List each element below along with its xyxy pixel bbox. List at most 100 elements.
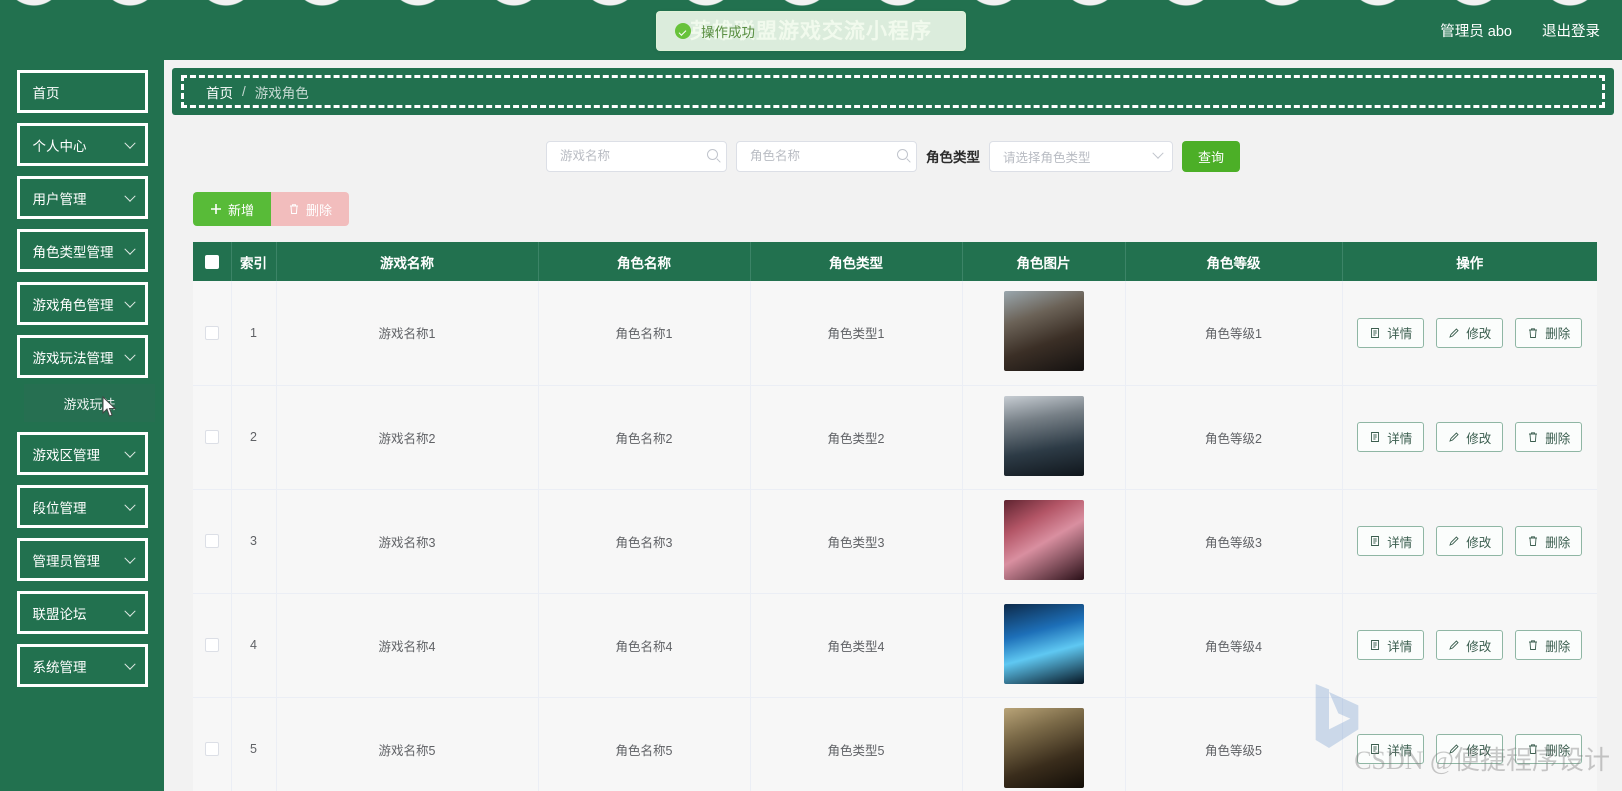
chevron-down-icon (1152, 147, 1164, 159)
role-name-field-wrap (735, 140, 917, 172)
sidebar-item-2[interactable]: 用户管理 (16, 176, 148, 219)
breadcrumb-separator: / (242, 84, 246, 99)
query-button[interactable]: 查询 (1181, 140, 1240, 172)
delete-button[interactable]: 删除 (1515, 526, 1583, 556)
sidebar-item-6[interactable]: 游戏区管理 (16, 432, 148, 475)
role-thumbnail[interactable] (1003, 291, 1084, 372)
game-name-input[interactable] (545, 140, 727, 172)
row-checkbox[interactable] (204, 534, 219, 549)
document-icon (1371, 640, 1380, 650)
edit-button[interactable]: 修改 (1436, 317, 1504, 348)
row-checkbox[interactable] (204, 742, 219, 757)
delete-button-label: 删除 (1545, 327, 1571, 342)
sidebar-item-0[interactable]: 首页 (16, 70, 148, 113)
header-operations: 操作 (1342, 242, 1597, 281)
header-select-all[interactable] (193, 242, 232, 281)
row-select-cell[interactable] (193, 697, 232, 791)
sidebar-item-label: 系统管理 (32, 659, 87, 675)
edit-button[interactable]: 修改 (1436, 630, 1504, 660)
current-user-label: 管理员 abo (1440, 24, 1512, 40)
cell-game-name: 游戏名称3 (276, 489, 539, 594)
table-row: 4 游戏名称4 角色名称4 角色类型4 角色等级4 详情 修改 删除 (193, 593, 1597, 698)
detail-button[interactable]: 详情 (1357, 317, 1425, 348)
detail-button[interactable]: 详情 (1357, 734, 1425, 764)
filter-toolbar: 角色类型 请选择角色类型 查询 (164, 140, 1622, 172)
chevron-down-icon (123, 349, 136, 361)
edit-button[interactable]: 修改 (1436, 734, 1504, 764)
chevron-down-icon (123, 137, 136, 149)
table-header-row: 索引 游戏名称 角色名称 角色类型 角色图片 角色等级 操作 (193, 242, 1597, 281)
cell-role-image (962, 489, 1126, 594)
edit-button[interactable]: 修改 (1436, 526, 1504, 556)
cell-game-name: 游戏名称4 (276, 593, 539, 698)
app-root: 英雄联盟游戏交流小程序 管理员 abo 退出登录 操作成功 首页 个人中心 用户… (0, 0, 1622, 791)
header-index: 索引 (231, 242, 277, 281)
table-row: 2 游戏名称2 角色名称2 角色类型2 角色等级2 详情 修改 删除 (193, 385, 1597, 490)
role-type-select[interactable]: 请选择角色类型 (988, 140, 1173, 172)
delete-button[interactable]: 删除 (1515, 630, 1583, 660)
sidebar-item-7[interactable]: 段位管理 (16, 485, 148, 528)
sidebar-item-9[interactable]: 联盟论坛 (16, 591, 148, 634)
check-circle-icon (675, 23, 691, 39)
chevron-down-icon (123, 243, 136, 255)
sidebar-item-3[interactable]: 角色类型管理 (16, 229, 148, 272)
cell-role-level: 角色等级3 (1125, 489, 1343, 594)
edit-button[interactable]: 修改 (1436, 422, 1504, 452)
delete-button[interactable]: 删除 (1515, 317, 1583, 348)
row-select-cell[interactable] (193, 593, 232, 698)
cell-operations: 详情 修改 删除 (1342, 593, 1597, 698)
sidebar-item-label: 游戏区管理 (32, 447, 101, 463)
sidebar-item-label: 联盟论坛 (32, 606, 87, 622)
row-operations: 详情 修改 删除 (1343, 526, 1598, 556)
breadcrumb-home[interactable]: 首页 (206, 82, 233, 102)
table-row: 1 游戏名称1 角色名称1 角色类型1 角色等级1 详情 修改 删除 (193, 281, 1597, 386)
header-game-name: 游戏名称 (276, 242, 539, 281)
role-thumbnail[interactable] (1003, 603, 1084, 684)
chevron-down-icon (123, 190, 136, 202)
chevron-down-icon (123, 605, 136, 617)
sidebar-submenu-item-gameplay[interactable]: 游戏玩法 (24, 384, 155, 422)
select-all-checkbox[interactable] (204, 255, 219, 270)
sidebar-item-10[interactable]: 系统管理 (16, 644, 148, 687)
cell-role-type: 角色类型1 (750, 281, 963, 386)
header-role-image: 角色图片 (962, 242, 1126, 281)
detail-button-label: 详情 (1387, 327, 1413, 342)
detail-button[interactable]: 详情 (1357, 526, 1425, 556)
delete-button[interactable]: 删除 (1515, 734, 1583, 764)
row-operations: 详情 修改 删除 (1343, 734, 1598, 764)
edit-button-label: 修改 (1466, 431, 1492, 446)
sidebar-item-label: 管理员管理 (32, 553, 101, 569)
role-thumbnail[interactable] (1003, 395, 1084, 476)
cell-operations: 详情 修改 删除 (1342, 697, 1597, 791)
row-checkbox[interactable] (204, 430, 219, 445)
sidebar-item-8[interactable]: 管理员管理 (16, 538, 148, 581)
sidebar-item-5[interactable]: 游戏玩法管理 (16, 335, 148, 378)
detail-button[interactable]: 详情 (1357, 422, 1425, 452)
cell-game-name: 游戏名称1 (276, 281, 539, 386)
breadcrumb-current: 游戏角色 (254, 85, 309, 101)
row-select-cell[interactable] (193, 281, 232, 386)
main-content: 首页 / 游戏角色 角色类型 请选择角色类型 查询 (164, 60, 1622, 791)
row-select-cell[interactable] (193, 489, 232, 594)
detail-button[interactable]: 详情 (1357, 630, 1425, 660)
sidebar-item-label: 游戏玩法管理 (32, 350, 114, 366)
role-thumbnail[interactable] (1003, 707, 1084, 788)
trash-icon (1529, 328, 1538, 338)
row-checkbox[interactable] (204, 638, 219, 653)
row-checkbox[interactable] (204, 326, 219, 341)
table-body: 1 游戏名称1 角色名称1 角色类型1 角色等级1 详情 修改 删除 2 游戏名称2 角色名称2 角色… (193, 281, 1597, 791)
role-thumbnail[interactable] (1003, 499, 1084, 580)
logout-button[interactable]: 退出登录 (1542, 20, 1600, 41)
cell-game-name: 游戏名称5 (276, 697, 539, 791)
role-name-input[interactable] (735, 140, 917, 172)
bulk-delete-button[interactable]: 删除 (271, 192, 350, 226)
plus-icon (211, 204, 221, 214)
delete-button[interactable]: 删除 (1515, 422, 1583, 452)
sidebar-item-4[interactable]: 游戏角色管理 (16, 282, 148, 325)
document-icon (1371, 327, 1380, 338)
row-select-cell[interactable] (193, 385, 232, 490)
sidebar-item-1[interactable]: 个人中心 (16, 123, 148, 166)
add-button[interactable]: 新增 (193, 192, 272, 226)
cell-role-level: 角色等级1 (1125, 281, 1343, 386)
cell-role-level: 角色等级5 (1125, 697, 1343, 791)
